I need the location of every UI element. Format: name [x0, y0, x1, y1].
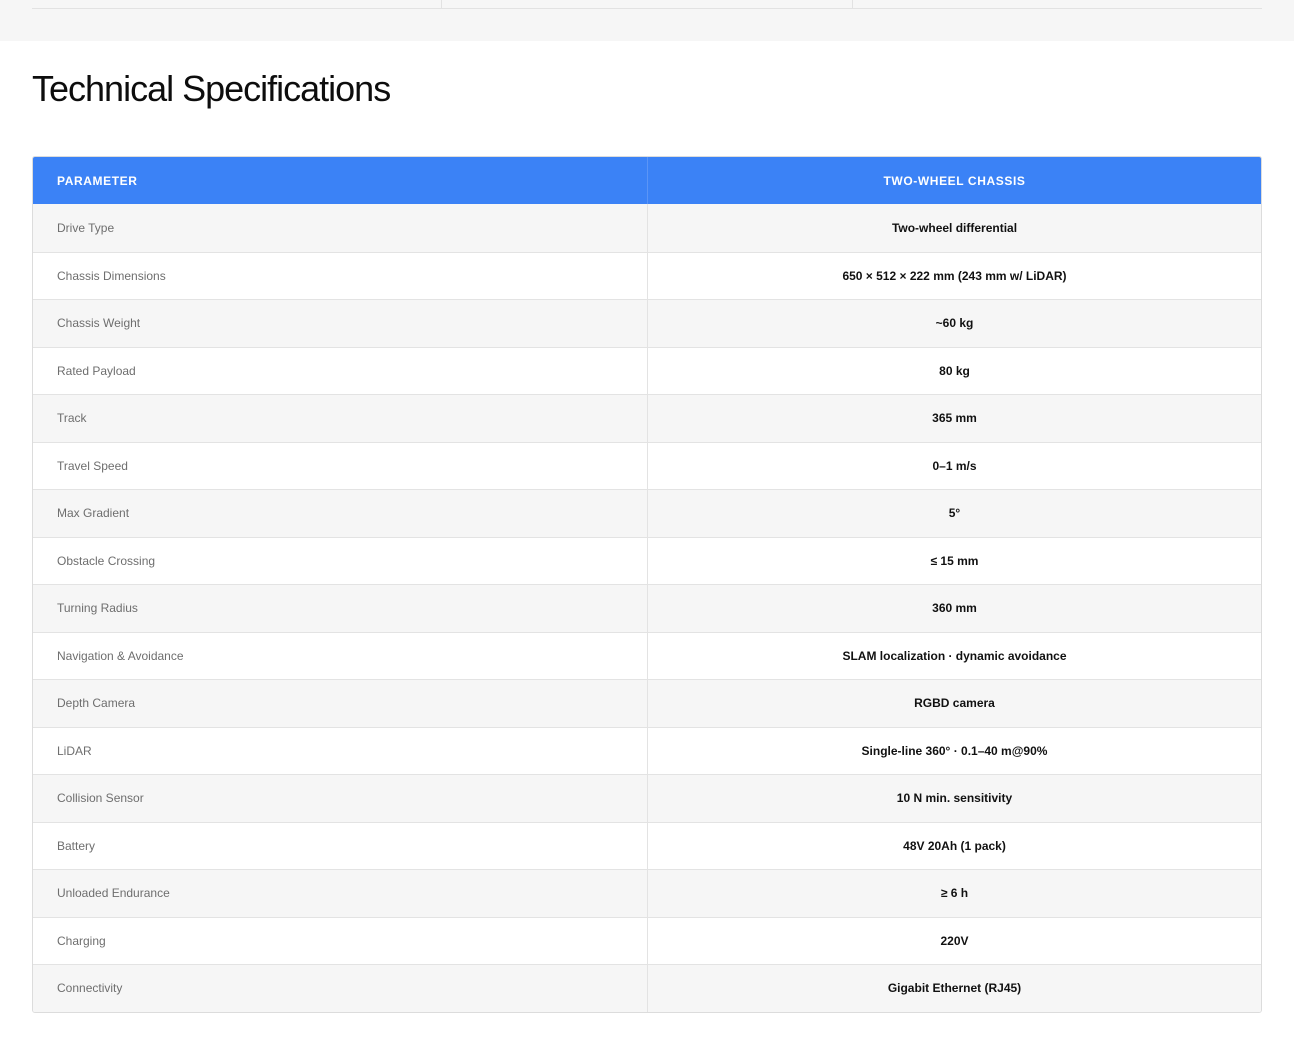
row-value: 48V 20Ah (1 pack)	[903, 838, 1006, 853]
table-row: Max Gradient 5°	[33, 489, 1261, 537]
row-value: Single-line 360° · 0.1–40 m@90%	[861, 743, 1048, 758]
row-value: 0–1 m/s	[932, 458, 977, 473]
spec-table-body: Drive Type Two-wheel differential Chassi…	[33, 204, 1261, 1012]
row-parameter: Depth Camera	[33, 680, 648, 727]
row-value: 10 N min. sensitivity	[896, 791, 1013, 806]
row-value: RGBD camera	[914, 696, 995, 711]
table-row: Unloaded Endurance ≥ 6 h	[33, 869, 1261, 917]
row-parameter: Rated Payload	[33, 347, 648, 394]
page-title: Technical Specifications	[32, 68, 391, 109]
table-row: Collision Sensor 10 N min. sensitivity	[33, 774, 1261, 822]
table-row: Charging 220V	[33, 916, 1261, 964]
row-value: 5°	[948, 506, 961, 521]
row-parameter: Obstacle Crossing	[33, 537, 648, 584]
row-value: Two-wheel differential	[891, 220, 1018, 235]
row-value: 365 mm	[932, 411, 977, 426]
row-parameter: Battery	[33, 822, 648, 869]
table-row: Depth Camera RGBD camera	[33, 679, 1261, 727]
table-row: Navigation & Avoidance SLAM localization…	[33, 631, 1261, 679]
table-row: LiDAR Single-line 360° · 0.1–40 m@90%	[33, 726, 1261, 774]
row-parameter: Max Gradient	[33, 490, 648, 537]
row-parameter: Chassis Weight	[33, 300, 648, 347]
row-value: ~60 kg	[935, 316, 974, 331]
previous-table-cell	[32, 0, 443, 9]
row-parameter: Track	[33, 395, 648, 442]
top-band	[0, 0, 1294, 41]
table-row: Battery 48V 20Ah (1 pack)	[33, 821, 1261, 869]
row-parameter: Turning Radius	[33, 585, 648, 632]
table-row: Obstacle Crossing ≤ 15 mm	[33, 536, 1261, 584]
row-parameter: Travel Speed	[33, 442, 648, 489]
header-two-wheel-chassis: TWO-WHEEL CHASSIS	[883, 173, 1026, 188]
row-value: ≥ 6 h	[940, 886, 969, 901]
row-parameter: Unloaded Endurance	[33, 870, 648, 917]
table-row: Chassis Weight ~60 kg	[33, 299, 1261, 347]
spec-table: PARAMETER TWO-WHEEL CHASSIS Drive Type T…	[32, 156, 1262, 1013]
row-parameter: Drive Type	[33, 204, 648, 252]
row-value: SLAM localization · dynamic avoidance	[842, 648, 1067, 663]
row-value: 220V	[940, 933, 969, 948]
row-parameter: Navigation & Avoidance	[33, 632, 648, 679]
table-row: Chassis Dimensions 650 × 512 × 222 mm (2…	[33, 251, 1261, 299]
row-parameter: Collision Sensor	[33, 775, 648, 822]
previous-table-cell	[853, 0, 1262, 9]
table-row: Track 365 mm	[33, 394, 1261, 442]
table-row: Rated Payload 80 kg	[33, 346, 1261, 394]
row-parameter: Charging	[33, 917, 648, 964]
spec-table-header: PARAMETER TWO-WHEEL CHASSIS	[33, 157, 1261, 204]
row-value: 360 mm	[932, 601, 977, 616]
table-row: Turning Radius 360 mm	[33, 584, 1261, 632]
previous-table-cell	[442, 0, 853, 9]
table-row: Connectivity Gigabit Ethernet (RJ45)	[33, 964, 1261, 1012]
table-row: Drive Type Two-wheel differential	[33, 204, 1261, 252]
previous-section-table-edge	[32, 0, 1262, 9]
row-parameter: Chassis Dimensions	[33, 252, 648, 299]
row-parameter: LiDAR	[33, 727, 648, 774]
table-row: Travel Speed 0–1 m/s	[33, 441, 1261, 489]
row-parameter: Connectivity	[33, 965, 648, 1012]
row-value: ≤ 15 mm	[930, 553, 979, 568]
row-value: Gigabit Ethernet (RJ45)	[887, 981, 1022, 996]
header-parameter: PARAMETER	[33, 157, 648, 204]
row-value: 80 kg	[939, 363, 970, 378]
row-value: 650 × 512 × 222 mm (243 mm w/ LiDAR)	[842, 268, 1067, 283]
